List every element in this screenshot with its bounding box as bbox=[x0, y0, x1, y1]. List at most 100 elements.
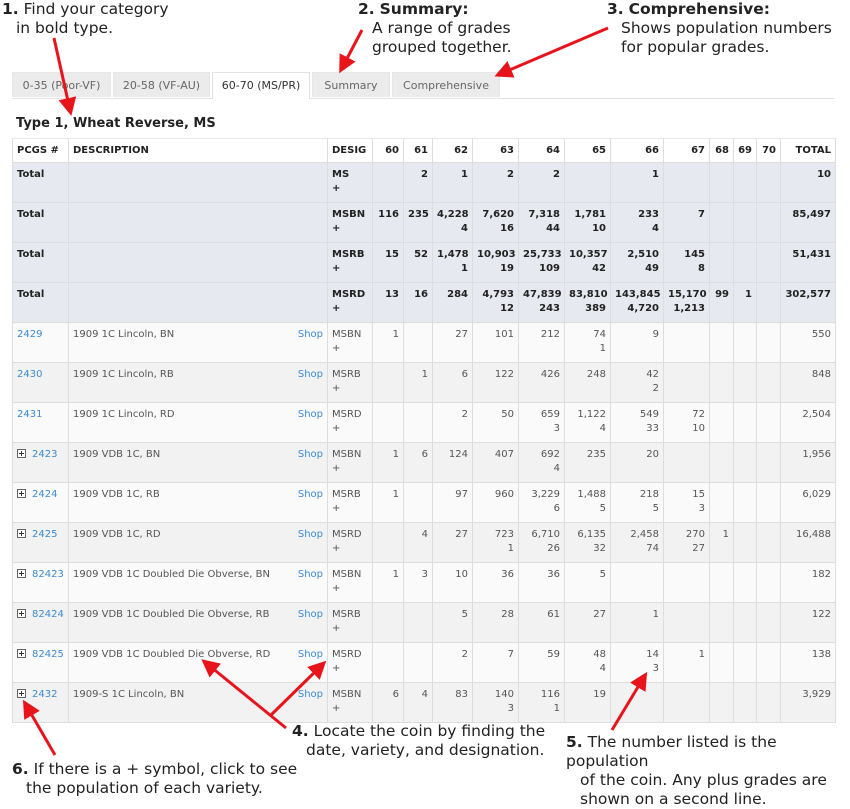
coin-description: 1909 VDB 1C Doubled Die Obverse, RB bbox=[73, 609, 270, 620]
pcgs-cell: 2431 bbox=[12, 402, 69, 443]
plus-indicator: + bbox=[332, 343, 341, 354]
pcgs-number-link[interactable]: 2431 bbox=[17, 409, 42, 420]
designation-cell: MSBN + bbox=[327, 682, 373, 723]
grade-range-tabs: 0-35 (Poor-VF) 20-58 (VF-AU) 60-70 (MS/P… bbox=[12, 72, 835, 99]
grade-cell bbox=[733, 442, 757, 483]
grade-cell: 1 bbox=[663, 642, 710, 683]
grade-population: 15 bbox=[692, 489, 705, 500]
grade-cell: 10 bbox=[432, 562, 473, 603]
plus-grade-population: 44 bbox=[546, 223, 560, 234]
grade-cell bbox=[733, 402, 757, 443]
coin-row: 2431 Shop 1909 1C Lincoln, RD MSRD +2 50 659 3 1… bbox=[12, 402, 836, 443]
grade-cell bbox=[756, 322, 781, 363]
pcgs-number-link[interactable]: 82425 bbox=[32, 649, 64, 660]
grade-cell bbox=[663, 562, 710, 603]
pcgs-number-link[interactable]: 2430 bbox=[17, 369, 42, 380]
grade-population: 36 bbox=[547, 569, 560, 580]
tab-summary[interactable]: Summary bbox=[312, 72, 390, 97]
total-row: Total MSBN +116 235 4,228 4 7,620 16 7,318 44 1,78… bbox=[12, 202, 836, 243]
shop-link[interactable]: Shop bbox=[298, 328, 323, 342]
grade-cell bbox=[372, 602, 404, 643]
grade-population: 1 bbox=[421, 369, 428, 380]
expand-plus-icon[interactable] bbox=[17, 569, 26, 578]
grade-population: 83 bbox=[455, 689, 468, 700]
grade-cell: 97 bbox=[432, 482, 473, 523]
designation-cell: MSBN + bbox=[327, 202, 373, 243]
grade-population: 407 bbox=[494, 449, 514, 460]
plus-indicator: + bbox=[332, 463, 341, 474]
plus-indicator: + bbox=[332, 623, 341, 634]
grade-population: 42 bbox=[646, 369, 659, 380]
shop-link[interactable]: Shop bbox=[298, 528, 323, 542]
shop-link[interactable]: Shop bbox=[298, 408, 323, 422]
grade-cell: 124 bbox=[432, 442, 473, 483]
grade-cell: 1,488 5 bbox=[564, 482, 611, 523]
grade-population: 1,488 bbox=[577, 489, 606, 500]
designation: MSRD bbox=[332, 409, 362, 420]
grade-population: 4 bbox=[421, 529, 428, 540]
callout-locate-coin: 4. Locate the coin by finding the date, … bbox=[292, 722, 545, 760]
plus-grade-population: 4,720 bbox=[627, 303, 659, 314]
total-population: 302,577 bbox=[780, 282, 836, 323]
pcgs-number-link[interactable]: 2429 bbox=[17, 329, 42, 340]
shop-link[interactable]: Shop bbox=[298, 648, 323, 662]
pcgs-number-link[interactable]: 2425 bbox=[32, 529, 57, 540]
coin-row: 2430 Shop 1909 1C Lincoln, RB MSRB +1 6 122 426… bbox=[12, 362, 836, 403]
grade-cell: 659 3 bbox=[518, 402, 565, 443]
grade-cell bbox=[733, 322, 757, 363]
plus-indicator: + bbox=[332, 223, 341, 234]
tab-ms-pr[interactable]: 60-70 (MS/PR) bbox=[212, 72, 310, 99]
expand-plus-icon[interactable] bbox=[17, 489, 26, 498]
pcgs-number-link[interactable]: 82423 bbox=[32, 569, 64, 580]
grade-population: 659 bbox=[540, 409, 560, 420]
grade-population: 101 bbox=[494, 329, 514, 340]
grade-cell: 7,318 44 bbox=[518, 202, 565, 243]
grade-cell: 1 bbox=[372, 562, 404, 603]
pcgs-number-link[interactable]: 82424 bbox=[32, 609, 64, 620]
designation-cell: MSRB + bbox=[327, 482, 373, 523]
coin-row: 2429 Shop 1909 1C Lincoln, BN MSBN +1 27 101 21… bbox=[12, 322, 836, 363]
plus-grade-population: 1 bbox=[553, 703, 560, 714]
plus-grade-population: 10 bbox=[592, 223, 606, 234]
callout-text: Locate the coin by finding the bbox=[313, 722, 546, 740]
callout-title: Summary: bbox=[379, 0, 469, 18]
shop-link[interactable]: Shop bbox=[298, 488, 323, 502]
tab-poor-vf[interactable]: 0-35 (Poor-VF) bbox=[12, 72, 111, 97]
description-cell: Shop 1909 VDB 1C, RB bbox=[68, 482, 328, 523]
grade-cell bbox=[733, 362, 757, 403]
grade-population: 1,478 bbox=[437, 249, 469, 260]
grade-population: 284 bbox=[447, 289, 468, 300]
pcgs-number-link[interactable]: 2424 bbox=[32, 489, 57, 500]
column-header: 67 bbox=[663, 138, 710, 163]
grade-population: 6 bbox=[421, 449, 428, 460]
grade-population: 48 bbox=[593, 649, 606, 660]
shop-link[interactable]: Shop bbox=[298, 688, 323, 702]
shop-link[interactable]: Shop bbox=[298, 568, 323, 582]
coin-row: 82425 Shop 1909 VDB 1C Doubled Die Obverse… bbox=[12, 642, 836, 683]
expand-plus-icon[interactable] bbox=[17, 649, 26, 658]
tab-comprehensive[interactable]: Comprehensive bbox=[392, 72, 500, 97]
plus-grade-population: 1,213 bbox=[673, 303, 705, 314]
grade-population: 212 bbox=[540, 329, 560, 340]
grade-cell bbox=[733, 242, 757, 283]
expand-plus-icon[interactable] bbox=[17, 449, 26, 458]
grade-cell: 2 bbox=[403, 162, 433, 203]
expand-plus-icon[interactable] bbox=[17, 529, 26, 538]
grade-population: 2 bbox=[507, 169, 514, 180]
shop-link[interactable]: Shop bbox=[298, 368, 323, 382]
pcgs-number-link[interactable]: 2432 bbox=[32, 689, 57, 700]
shop-link[interactable]: Shop bbox=[298, 608, 323, 622]
pcgs-number-link[interactable]: 2423 bbox=[32, 449, 57, 460]
designation-cell: MSRB + bbox=[327, 242, 373, 283]
shop-link[interactable]: Shop bbox=[298, 448, 323, 462]
grade-cell: 28 bbox=[472, 602, 519, 643]
designation: MSRD bbox=[332, 289, 366, 300]
expand-plus-icon[interactable] bbox=[17, 689, 26, 698]
grade-population: 723 bbox=[494, 529, 514, 540]
total-label: Total bbox=[12, 242, 69, 283]
expand-plus-icon[interactable] bbox=[17, 609, 26, 618]
tab-vf-au[interactable]: 20-58 (VF-AU) bbox=[113, 72, 210, 97]
grade-population: 36 bbox=[501, 569, 514, 580]
grade-cell bbox=[610, 682, 664, 723]
grade-cell bbox=[403, 322, 433, 363]
